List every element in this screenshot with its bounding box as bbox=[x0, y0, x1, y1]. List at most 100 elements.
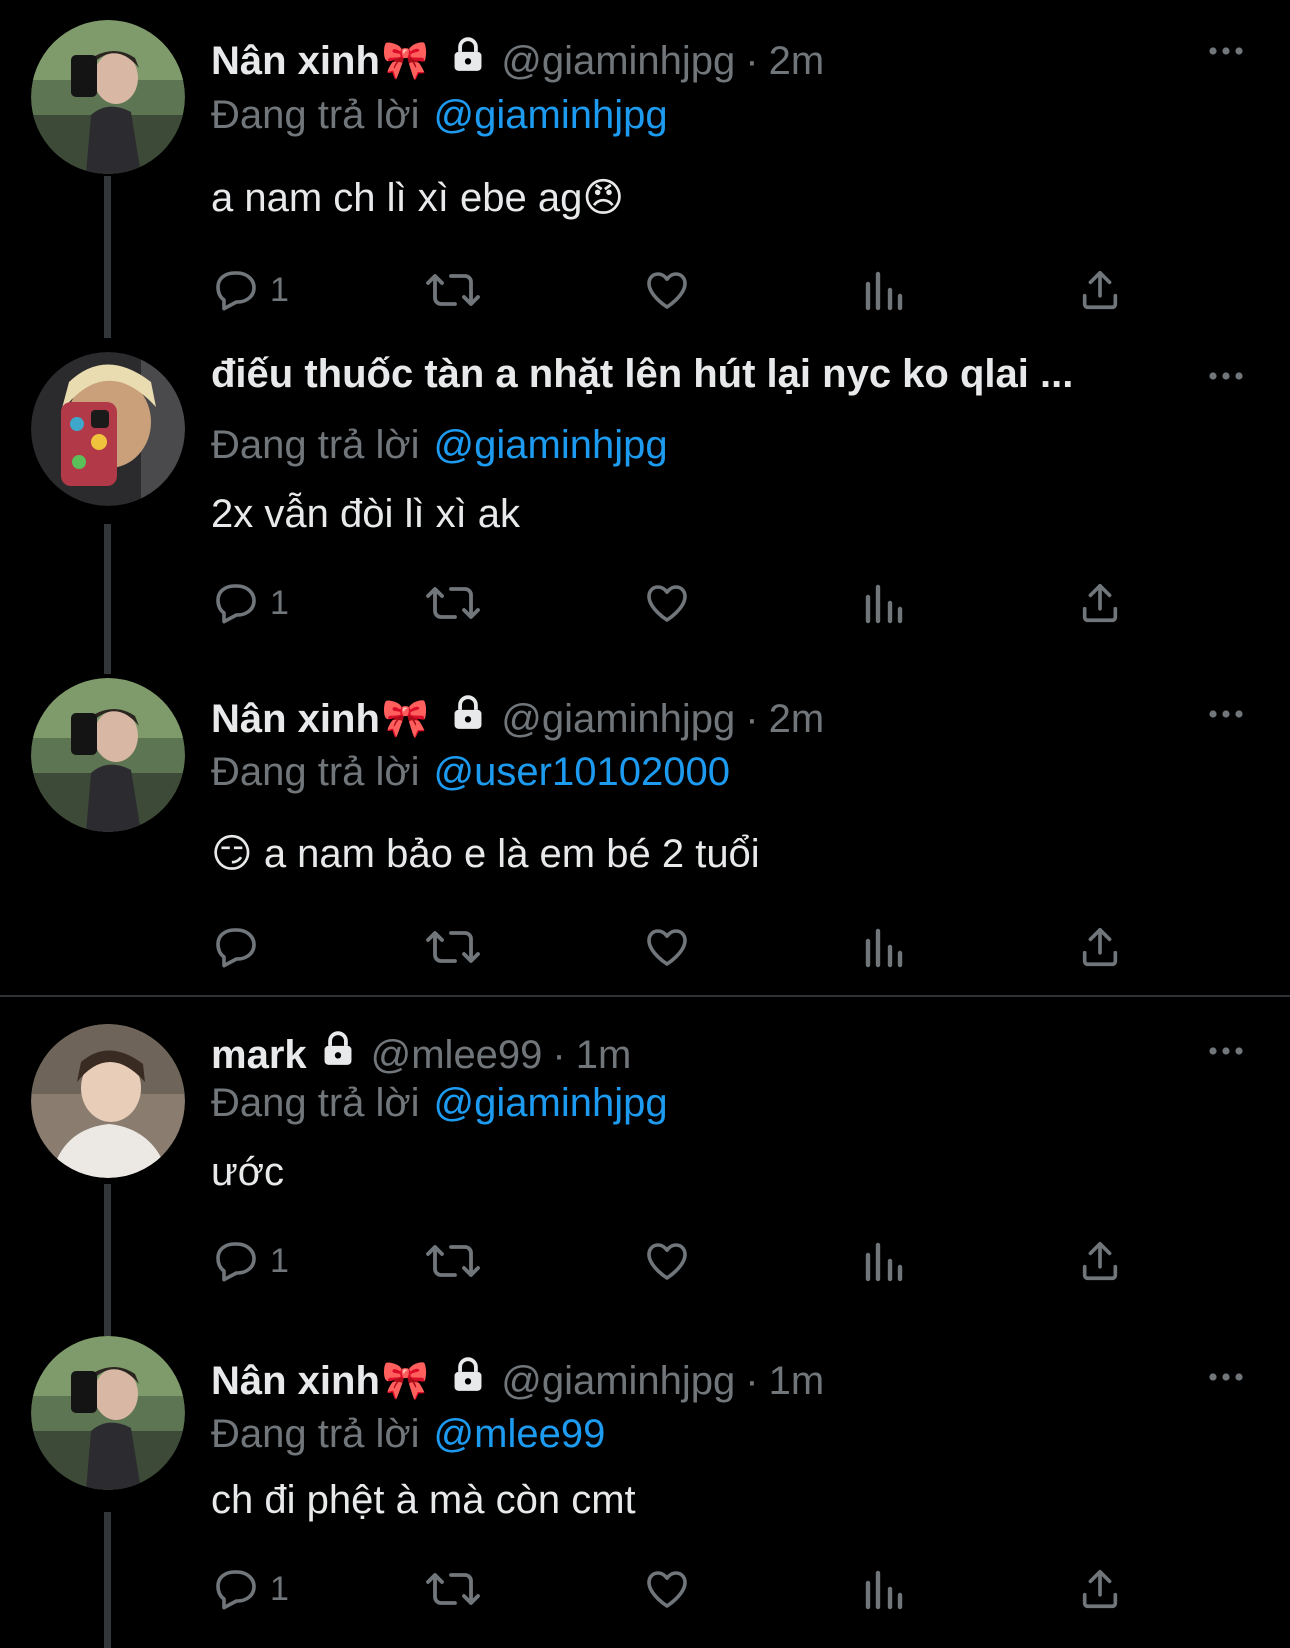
display-name[interactable]: mark bbox=[211, 1031, 307, 1079]
timestamp[interactable]: 1m bbox=[576, 1031, 632, 1079]
lock-icon bbox=[449, 694, 487, 743]
tweet[interactable]: Nân xinh 🎀 @giaminhjpg · 2m Đang trả lời @gi… bbox=[0, 0, 1290, 338]
more-horizontal-icon[interactable] bbox=[1206, 44, 1246, 58]
username-handle[interactable]: @giaminhjpg bbox=[501, 1357, 735, 1405]
reply-target-link[interactable]: @giaminhjpg bbox=[434, 423, 668, 467]
separator-dot: · bbox=[745, 696, 759, 741]
tweet-header: mark @mlee99 · 1m bbox=[211, 1030, 631, 1079]
more-horizontal-icon[interactable] bbox=[1206, 369, 1246, 383]
retweet-icon bbox=[426, 587, 480, 619]
share-icon bbox=[1082, 583, 1118, 623]
reply-target-link[interactable]: @giaminhjpg bbox=[434, 93, 668, 137]
display-name[interactable]: Nân xinh bbox=[211, 1357, 380, 1405]
avatar[interactable] bbox=[31, 1024, 185, 1178]
views-chart-icon bbox=[865, 1242, 903, 1282]
avatar[interactable] bbox=[31, 20, 185, 174]
tweet[interactable]: Nân xinh 🎀 @giaminhjpg · 2m Đang trả lời @us… bbox=[0, 658, 1290, 995]
avatar[interactable] bbox=[31, 1336, 185, 1490]
reply-icon bbox=[216, 1242, 256, 1282]
reply-target-link[interactable]: @mlee99 bbox=[434, 1412, 606, 1456]
reply-button[interactable]: 1 bbox=[212, 1564, 289, 1614]
avatar[interactable] bbox=[31, 678, 185, 832]
action-bar: 1 bbox=[0, 1236, 1290, 1286]
action-bar bbox=[0, 922, 1290, 972]
tweet[interactable]: điếu thuốc tàn a nhặt lên hút lại nyc ko… bbox=[0, 338, 1290, 674]
replying-to-line: Đang trả lời @user10102000 bbox=[211, 748, 730, 796]
reply-icon bbox=[216, 584, 256, 624]
tweet-text: a nam ch lì xì ebe ag😠 bbox=[211, 176, 625, 220]
reply-icon bbox=[216, 271, 256, 311]
retweet-button[interactable] bbox=[425, 1236, 481, 1286]
retweet-button[interactable] bbox=[425, 265, 481, 315]
reply-thread-feed: Nân xinh 🎀 @giaminhjpg · 2m Đang trả lời @gi… bbox=[0, 0, 1290, 1648]
thread-divider bbox=[0, 995, 1290, 997]
heart-icon bbox=[647, 585, 687, 622]
reply-count: 1 bbox=[270, 1241, 289, 1280]
like-button[interactable] bbox=[642, 1236, 692, 1286]
retweet-button[interactable] bbox=[425, 922, 481, 972]
separator-dot: · bbox=[745, 38, 759, 83]
replying-to-line: Đang trả lời @giaminhjpg bbox=[211, 1079, 668, 1127]
retweet-icon bbox=[426, 931, 480, 963]
reply-count: 1 bbox=[270, 270, 289, 309]
retweet-icon bbox=[426, 274, 480, 306]
tweet[interactable]: Nân xinh 🎀 @giaminhjpg · 1m Đang trả lời @ml… bbox=[0, 1336, 1290, 1648]
tweet[interactable]: mark @mlee99 · 1m Đang trả lời @giaminhjpg … bbox=[0, 1000, 1290, 1336]
retweet-button[interactable] bbox=[425, 578, 481, 628]
tweet-text: ch đi phệt à mà còn cmt bbox=[211, 1478, 636, 1522]
username-handle[interactable]: @giaminhjpg bbox=[501, 37, 735, 85]
views-button[interactable] bbox=[862, 265, 906, 315]
like-button[interactable] bbox=[642, 578, 692, 628]
reply-button[interactable] bbox=[212, 922, 270, 972]
display-name[interactable]: điếu thuốc tàn a nhặt lên hút lại nyc ko… bbox=[211, 350, 1073, 398]
username-handle[interactable]: @giaminhjpg bbox=[501, 695, 735, 743]
views-button[interactable] bbox=[862, 578, 906, 628]
reply-button[interactable]: 1 bbox=[212, 578, 289, 628]
reply-button[interactable]: 1 bbox=[212, 1236, 289, 1286]
timestamp[interactable]: 2m bbox=[769, 695, 825, 743]
reply-count: 1 bbox=[270, 583, 289, 622]
reply-target-link[interactable]: @user10102000 bbox=[434, 750, 730, 794]
replying-to-line: Đang trả lời @giaminhjpg bbox=[211, 421, 668, 469]
more-horizontal-icon[interactable] bbox=[1206, 1044, 1246, 1058]
views-chart-icon bbox=[865, 1570, 903, 1610]
heart-icon bbox=[647, 1571, 687, 1608]
action-bar: 1 bbox=[0, 578, 1290, 628]
reply-icon bbox=[216, 1570, 256, 1610]
heart-icon bbox=[647, 272, 687, 309]
views-button[interactable] bbox=[862, 1236, 906, 1286]
separator-dot: · bbox=[745, 1358, 759, 1403]
views-chart-icon bbox=[865, 271, 903, 311]
display-name[interactable]: Nân xinh bbox=[211, 695, 380, 743]
share-icon bbox=[1082, 1241, 1118, 1281]
username-handle[interactable]: @mlee99 bbox=[371, 1031, 543, 1079]
like-button[interactable] bbox=[642, 1564, 692, 1614]
views-button[interactable] bbox=[862, 922, 906, 972]
timestamp[interactable]: 1m bbox=[769, 1357, 825, 1405]
share-button[interactable] bbox=[1077, 578, 1123, 628]
more-horizontal-icon[interactable] bbox=[1206, 707, 1246, 721]
replying-to-label: Đang trả lời bbox=[211, 423, 420, 467]
like-button[interactable] bbox=[642, 922, 692, 972]
views-chart-icon bbox=[865, 928, 903, 968]
bow-emoji: 🎀 bbox=[381, 1359, 430, 1402]
bow-emoji: 🎀 bbox=[381, 39, 430, 82]
replying-to-label: Đang trả lời bbox=[211, 750, 420, 794]
reply-button[interactable]: 1 bbox=[212, 265, 289, 315]
lock-icon bbox=[449, 1356, 487, 1405]
like-button[interactable] bbox=[642, 265, 692, 315]
views-button[interactable] bbox=[862, 1564, 906, 1614]
reply-target-link[interactable]: @giaminhjpg bbox=[434, 1081, 668, 1125]
tweet-header: điếu thuốc tàn a nhặt lên hút lại nyc ko… bbox=[211, 350, 1073, 398]
retweet-button[interactable] bbox=[425, 1564, 481, 1614]
share-button[interactable] bbox=[1077, 1236, 1123, 1286]
share-button[interactable] bbox=[1077, 922, 1123, 972]
more-horizontal-icon[interactable] bbox=[1206, 1370, 1246, 1384]
heart-icon bbox=[647, 1243, 687, 1280]
timestamp[interactable]: 2m bbox=[769, 37, 825, 85]
avatar[interactable] bbox=[31, 352, 185, 506]
display-name[interactable]: Nân xinh bbox=[211, 37, 380, 85]
share-button[interactable] bbox=[1077, 1564, 1123, 1614]
share-button[interactable] bbox=[1077, 265, 1123, 315]
tweet-header: Nân xinh 🎀 @giaminhjpg · 1m bbox=[211, 1356, 824, 1405]
